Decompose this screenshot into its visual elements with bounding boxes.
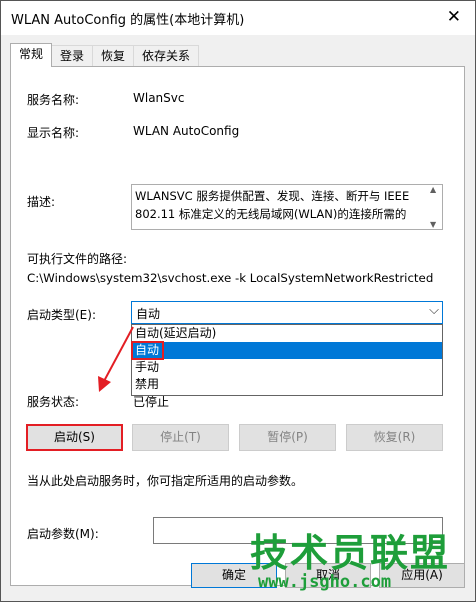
watermark-text: 技术员联盟 <box>250 531 451 575</box>
pause-button[interactable]: 暂停(P) <box>239 424 336 451</box>
tab-dependencies[interactable]: 依存关系 <box>133 45 200 67</box>
properties-window: WLAN AutoConfig 的属性(本地计算机) ✕ 常规 登录 恢复 依存… <box>0 0 476 602</box>
chevron-down-icon[interactable]: ⌵ <box>429 303 439 318</box>
watermark: 技术员联盟 www.jsgho.com <box>250 522 476 602</box>
tab-recovery[interactable]: 恢复 <box>92 45 135 67</box>
description-label: 描述: <box>27 195 56 209</box>
service-name-label: 服务名称: <box>27 93 80 107</box>
startup-option-disabled[interactable]: 禁用 <box>132 376 442 393</box>
resume-button[interactable]: 恢复(R) <box>346 424 443 451</box>
start-params-label: 启动参数(M): <box>27 527 99 541</box>
description-box[interactable]: WLANSVC 服务提供配置、发现、连接、断开与 IEEE 802.11 标准定… <box>131 184 443 230</box>
exe-path-value: C:\Windows\system32\svchost.exe -k Local… <box>27 271 434 285</box>
startup-type-dropdown: 自动(延迟启动) 自动 手动 禁用 <box>131 324 443 396</box>
annotation-highlight-box <box>131 341 164 360</box>
start-button[interactable]: 启动(S) <box>26 424 123 451</box>
startup-option-manual[interactable]: 手动 <box>132 359 442 376</box>
tab-general[interactable]: 常规 <box>10 43 53 67</box>
startup-type-current: 自动 <box>136 307 161 321</box>
watermark-url: www.jsgho.com <box>258 572 392 592</box>
startup-type-label: 启动类型(E): <box>27 308 96 322</box>
startup-option-auto[interactable]: 自动 <box>132 342 442 359</box>
tab-logon[interactable]: 登录 <box>51 45 94 67</box>
description-scrollbar[interactable]: ▲ ▼ <box>428 185 442 229</box>
dialog-body: 常规 登录 恢复 依存关系 服务名称: WlanSvc 显示名称: WLAN A… <box>1 35 475 601</box>
start-params-hint: 当从此处启动服务时，你可指定所适用的启动参数。 <box>27 474 304 488</box>
scroll-down-icon[interactable]: ▼ <box>430 220 436 229</box>
startup-type-select[interactable]: 自动 ⌵ <box>131 301 443 324</box>
display-name-label: 显示名称: <box>27 126 80 140</box>
close-icon[interactable]: ✕ <box>447 7 461 27</box>
startup-option-auto-delayed[interactable]: 自动(延迟启动) <box>132 325 442 342</box>
service-name-value: WlanSvc <box>133 91 185 105</box>
description-text: WLANSVC 服务提供配置、发现、连接、断开与 IEEE 802.11 标准定… <box>135 189 410 221</box>
title-bar[interactable]: WLAN AutoConfig 的属性(本地计算机) ✕ <box>1 1 475 35</box>
window-title: WLAN AutoConfig 的属性(本地计算机) <box>11 13 245 28</box>
exe-path-label: 可执行文件的路径: <box>27 252 128 266</box>
service-status-label: 服务状态: <box>27 395 80 409</box>
stop-button[interactable]: 停止(T) <box>132 424 229 451</box>
general-panel: 服务名称: WlanSvc 显示名称: WLAN AutoConfig 描述: … <box>10 66 465 586</box>
display-name-value: WLAN AutoConfig <box>133 124 240 138</box>
tab-strip: 常规 登录 恢复 依存关系 <box>10 43 200 67</box>
scroll-up-icon[interactable]: ▲ <box>430 185 436 194</box>
